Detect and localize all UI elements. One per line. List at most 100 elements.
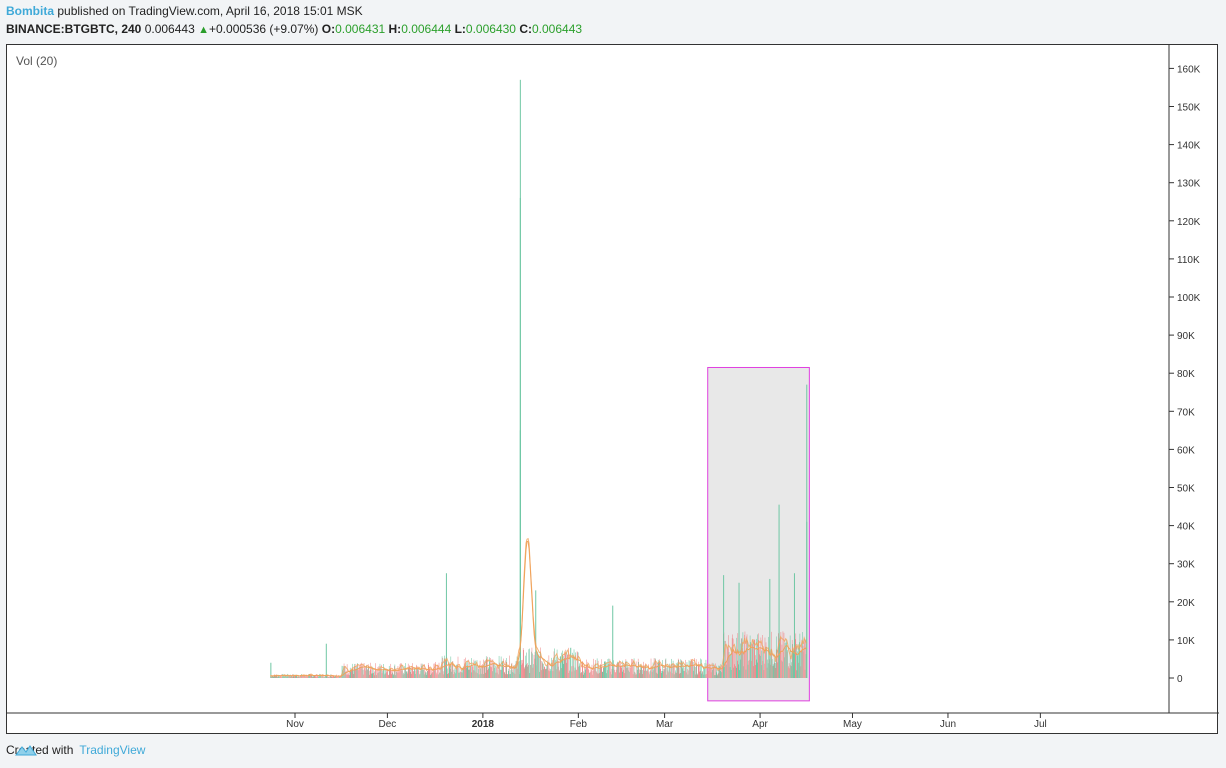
volume-bar [708,670,709,678]
volume-bar [338,677,340,678]
volume-bar [759,649,761,678]
volume-bar [607,659,609,678]
volume-bar [583,671,585,678]
volume-bar [591,670,592,678]
last-price: 0.006443 [144,22,195,36]
volume-bar [664,666,666,678]
volume-bar [590,671,591,678]
volume-bar [499,669,501,678]
volume-bar [460,671,461,678]
volume-bar [606,673,607,678]
volume-bar [636,666,638,678]
volume-bar [679,673,681,678]
x-tick-label: Jul [1034,719,1047,730]
volume-bar [620,661,622,678]
volume-bar [690,665,691,678]
volume-bar [533,664,534,678]
volume-bar [797,655,799,678]
volume-bar [791,662,792,678]
volume-bar [715,663,716,678]
author-name[interactable]: Bombita [6,4,54,18]
volume-bar [787,650,788,678]
tradingview-link[interactable]: TradingView [79,743,145,757]
volume-bar [496,672,498,678]
volume-bar [797,651,798,678]
volume-bar [560,668,562,678]
volume-bar [426,674,427,678]
up-arrow-icon: ▲ [198,24,209,36]
volume-bar [373,668,375,678]
volume-bar [312,676,314,678]
volume-bar [378,665,380,678]
volume-bar [732,638,734,678]
volume-bar [414,668,416,678]
volume-bar [558,671,560,678]
volume-bar [539,671,540,678]
volume-bar [422,669,423,678]
volume-bar [705,659,707,678]
time-axis[interactable]: Nov Dec 2018 Feb Mar Apr May Jun Jul [286,713,1047,730]
volume-bar [477,666,479,678]
volume-bar [747,664,749,678]
volume-bar [546,665,548,678]
volume-bar [649,671,651,678]
volume-bar [573,655,574,678]
volume-bar [554,648,555,678]
volume-bar [647,670,649,678]
volume-bar [627,664,629,678]
volume-chart[interactable]: Vol (20) 0 10K 20K 30K 40K 50K 60K 70K 80K 90K 100… [7,45,1219,735]
volume-bar [552,671,554,678]
volume-bar [655,672,657,678]
volume-bar [483,659,484,678]
volume-bar [424,671,426,678]
volume-bar [666,667,668,678]
volume-bar [470,665,472,678]
tradingview-logo-icon[interactable] [14,743,38,757]
volume-bar [550,668,551,678]
volume-bar [284,676,285,678]
volume-bar [694,674,696,678]
volume-bar [758,640,760,678]
volume-bar [634,671,635,678]
volume-bar [543,663,545,678]
price-axis[interactable]: 0 10K 20K 30K 40K 50K 60K 70K 80K 90K 100K 110K 120K… [1169,64,1201,685]
volume-bar [788,666,789,678]
volume-bar [373,672,374,678]
volume-bar [657,673,658,678]
volume-bar [546,668,547,678]
volume-bar [292,676,294,678]
x-tick-label: Apr [752,719,768,730]
volume-bar [348,671,350,678]
volume-bar [554,662,556,678]
volume-bar [438,662,440,678]
volume-bar [739,670,741,678]
volume-bar [584,672,586,678]
volume-bar [376,670,378,678]
chart-area[interactable]: Vol (20) 0 10K 20K 30K 40K 50K 60K 70K 80K 90K 100… [6,44,1219,735]
volume-bar [569,670,570,678]
volume-bar [427,662,429,678]
volume-bar [644,670,645,678]
volume-bar [640,665,642,678]
volume-bar [684,670,685,678]
volume-bar [741,638,742,678]
volume-bar [374,671,375,678]
volume-bar [512,669,514,678]
volume-bar [550,670,552,678]
published-text: published on TradingView.com, April 16, … [57,4,363,18]
volume-bar [360,663,361,678]
volume-bar [409,671,411,678]
volume-bar [531,647,533,678]
volume-bar [786,651,788,678]
volume-bar [656,663,658,678]
volume-bar [709,663,710,678]
volume-bar [436,674,438,678]
volume-bar [789,668,790,678]
volume-bar [758,633,759,678]
volume-bar [630,667,631,678]
volume-bar [459,671,461,678]
volume-bar [738,582,740,678]
volume-bar [743,651,745,678]
volume-bar [593,668,595,678]
volume-bar [613,665,615,678]
